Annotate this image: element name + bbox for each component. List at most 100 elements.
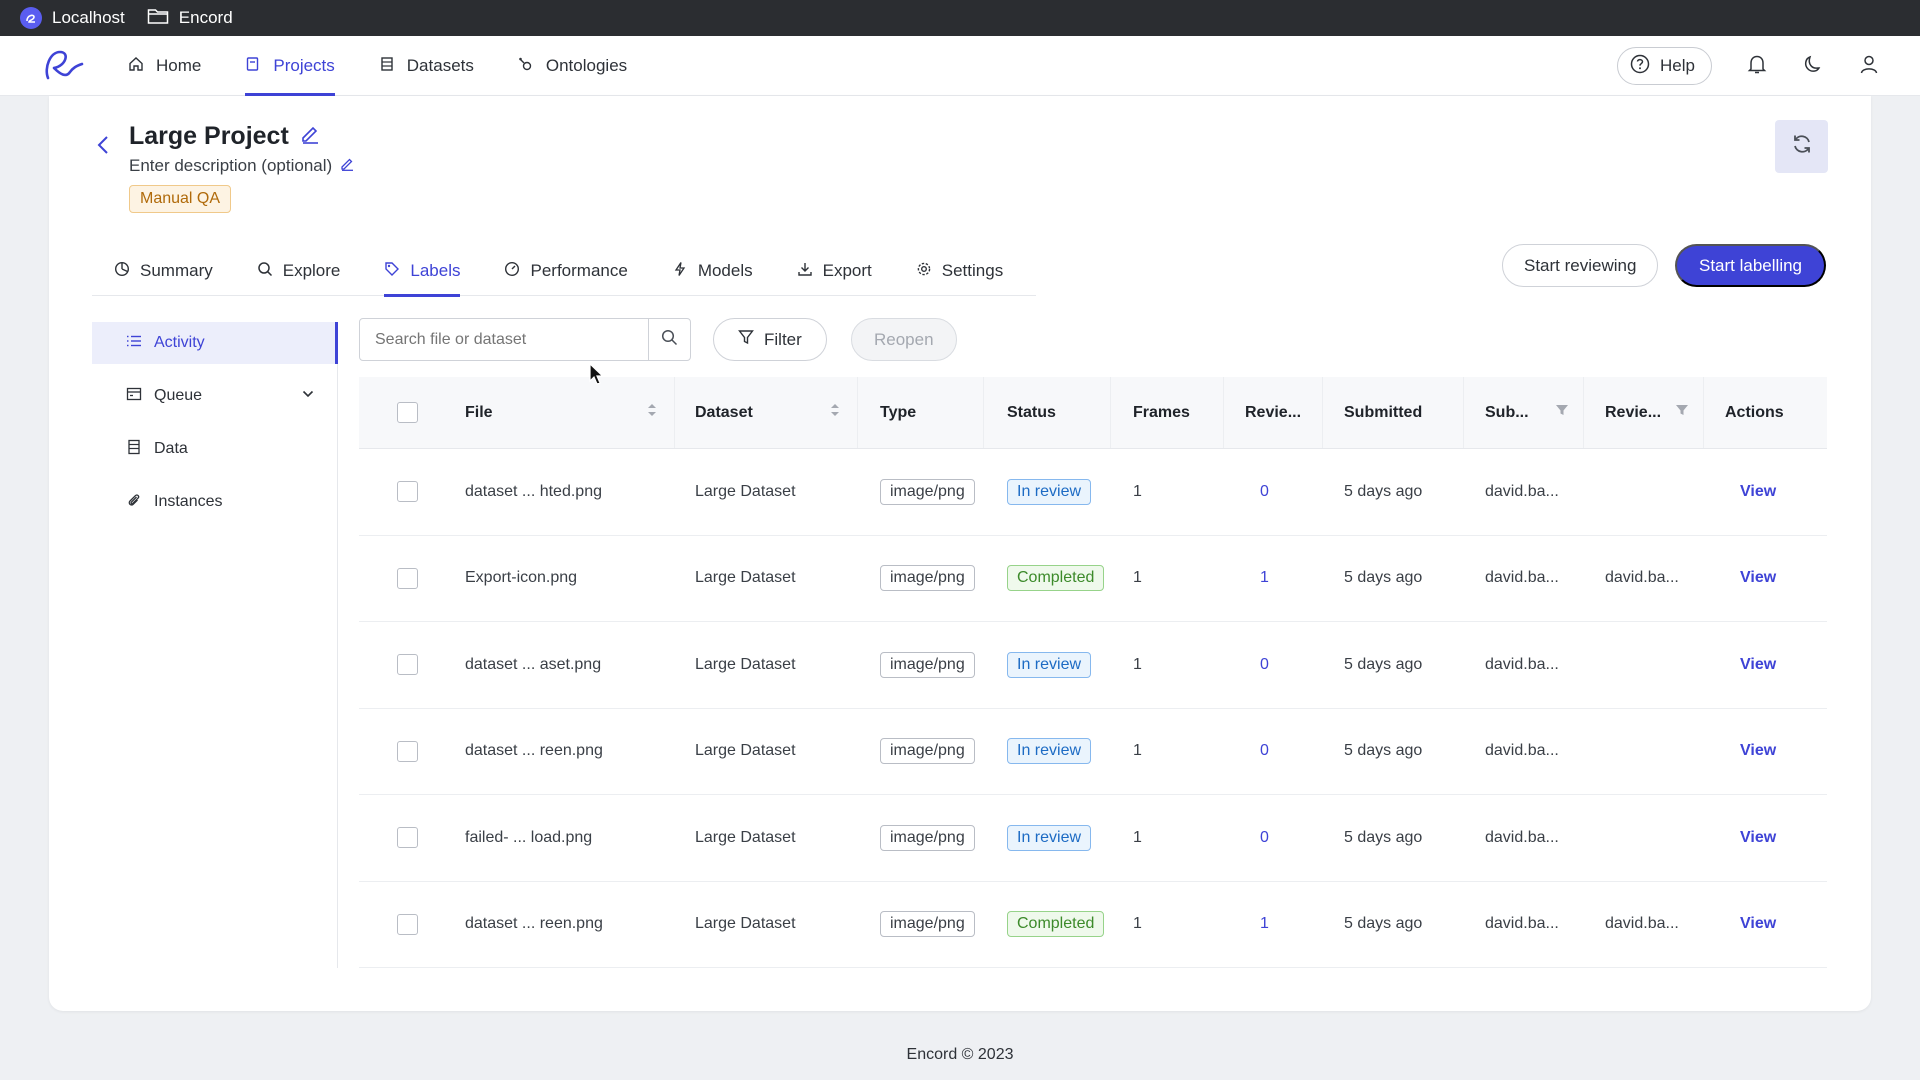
cell-submitted: 5 days ago: [1344, 742, 1423, 760]
bell-icon[interactable]: [1746, 53, 1768, 80]
row-checkbox[interactable]: [396, 827, 418, 849]
filter-button[interactable]: Filter: [713, 318, 827, 361]
tab-settings[interactable]: Settings: [916, 246, 1003, 296]
tab-performance[interactable]: Performance: [504, 246, 628, 296]
tab-summary[interactable]: Summary: [114, 246, 213, 296]
tab-explore[interactable]: Explore: [257, 246, 341, 296]
view-link[interactable]: View: [1740, 829, 1776, 847]
sidebar-item-label: Data: [154, 440, 188, 457]
tab-labels[interactable]: Labels: [384, 246, 461, 297]
sort-icon[interactable]: [646, 401, 658, 424]
project-title-text: Large Project: [129, 122, 289, 150]
footer-copyright: Encord © 2023: [906, 1046, 1014, 1063]
chevron-down-icon[interactable]: [301, 387, 315, 406]
project-title: Large Project: [129, 122, 321, 151]
cell-frames: 1: [1133, 569, 1142, 587]
user-icon[interactable]: [1858, 53, 1880, 80]
sidebar-item-data[interactable]: Data: [92, 428, 337, 470]
col-dataset[interactable]: Dataset: [675, 377, 858, 448]
col-reviews: Revie...: [1224, 377, 1323, 448]
cell-submitted: 5 days ago: [1344, 569, 1423, 587]
filter-icon: [738, 329, 754, 350]
refresh-button[interactable]: [1775, 120, 1828, 173]
cell-reviewer: david.ba...: [1605, 569, 1679, 587]
search-icon: [257, 261, 273, 282]
row-checkbox[interactable]: [396, 913, 418, 935]
gear-icon: [916, 261, 932, 282]
sidebar-item-label: Instances: [154, 493, 223, 510]
view-link[interactable]: View: [1740, 742, 1776, 760]
help-label: Help: [1660, 56, 1695, 75]
nav-ontologies-label: Ontologies: [545, 56, 628, 75]
view-link[interactable]: View: [1740, 656, 1776, 674]
view-link[interactable]: View: [1740, 569, 1776, 587]
col-submitter[interactable]: Sub...: [1464, 377, 1584, 448]
col-file-label: File: [465, 403, 493, 421]
sidebar-item-queue[interactable]: Queue: [92, 375, 337, 417]
sort-icon[interactable]: [829, 401, 841, 424]
edit-title-icon[interactable]: [299, 122, 321, 151]
host-label: Localhost: [52, 8, 125, 27]
row-checkbox[interactable]: [396, 481, 418, 503]
reopen-button[interactable]: Reopen: [851, 318, 957, 361]
folder-icon: [147, 7, 169, 30]
table-row[interactable]: dataset ... hted.png Large Dataset image/p…: [359, 449, 1827, 536]
col-file[interactable]: File: [465, 377, 675, 448]
nav-datasets[interactable]: Datasets: [379, 36, 474, 96]
encord-logo[interactable]: [40, 44, 86, 91]
select-all-checkbox[interactable]: [396, 402, 418, 423]
tab-models[interactable]: Models: [672, 246, 753, 296]
sidebar-item-activity[interactable]: Activity: [92, 322, 338, 364]
mime-type-tag: image/png: [880, 651, 975, 678]
table-row[interactable]: dataset ... aset.png Large Dataset image/p…: [359, 622, 1827, 709]
review-count: 1: [1260, 569, 1269, 587]
edit-description-icon[interactable]: [340, 156, 355, 176]
tab-explore-label: Explore: [282, 261, 341, 280]
col-actions: Actions: [1704, 377, 1827, 448]
start-labelling-button[interactable]: Start labelling: [1675, 244, 1827, 287]
col-status: Status: [984, 377, 1111, 448]
nav-ontologies[interactable]: Ontologies: [518, 36, 627, 96]
nav-home[interactable]: Home: [128, 36, 201, 96]
search-icon: [661, 329, 678, 351]
cell-file: dataset ... hted.png: [465, 482, 602, 500]
sidebar-item-label: Queue: [154, 387, 203, 404]
performance-icon: [504, 261, 520, 282]
row-checkbox[interactable]: [396, 654, 418, 676]
sidebar-item-instances[interactable]: Instances: [92, 481, 337, 523]
review-count: 0: [1260, 742, 1269, 760]
app-label: Encord: [178, 8, 233, 27]
help-button[interactable]: Help: [1617, 47, 1712, 85]
cell-frames: 1: [1133, 915, 1142, 933]
filter-icon[interactable]: [1555, 403, 1569, 422]
search-input[interactable]: [360, 319, 648, 360]
row-checkbox[interactable]: [396, 740, 418, 762]
table-row[interactable]: failed- ... load.png Large Dataset image/p…: [359, 795, 1827, 882]
models-icon: [672, 261, 688, 282]
refresh-icon: [1790, 132, 1814, 161]
table-row[interactable]: dataset ... reen.png Large Dataset image/p…: [359, 709, 1827, 795]
back-arrow-icon[interactable]: [95, 134, 113, 161]
tab-export[interactable]: Export: [797, 246, 872, 296]
labels-table: File Dataset Type Status Frames Revie...…: [359, 377, 1827, 968]
window-titlebar: Localhost Encord: [0, 0, 1920, 36]
start-reviewing-button[interactable]: Start reviewing: [1502, 244, 1659, 287]
view-link[interactable]: View: [1740, 483, 1776, 501]
row-checkbox[interactable]: [396, 567, 418, 589]
col-dataset-label: Dataset: [695, 403, 753, 421]
col-reviewer[interactable]: Revie...: [1584, 377, 1704, 448]
queue-icon: [126, 386, 142, 407]
moon-icon[interactable]: [1802, 53, 1824, 80]
filter-icon[interactable]: [1675, 403, 1689, 422]
table-row[interactable]: Export-icon.png Large Dataset image/png Com…: [359, 536, 1827, 622]
cell-submitter: david.ba...: [1485, 655, 1559, 673]
view-link[interactable]: View: [1740, 915, 1776, 933]
nav-projects[interactable]: Projects: [245, 36, 336, 96]
cell-frames: 1: [1133, 482, 1142, 500]
table-row[interactable]: dataset ... reen.png Large Dataset image/p…: [359, 882, 1827, 968]
cell-submitted: 5 days ago: [1344, 915, 1423, 933]
search-button[interactable]: [648, 319, 690, 360]
mime-type-tag: image/png: [880, 478, 975, 505]
cell-file: Export-icon.png: [465, 569, 578, 587]
sidebar-item-label: Activity: [154, 334, 205, 351]
